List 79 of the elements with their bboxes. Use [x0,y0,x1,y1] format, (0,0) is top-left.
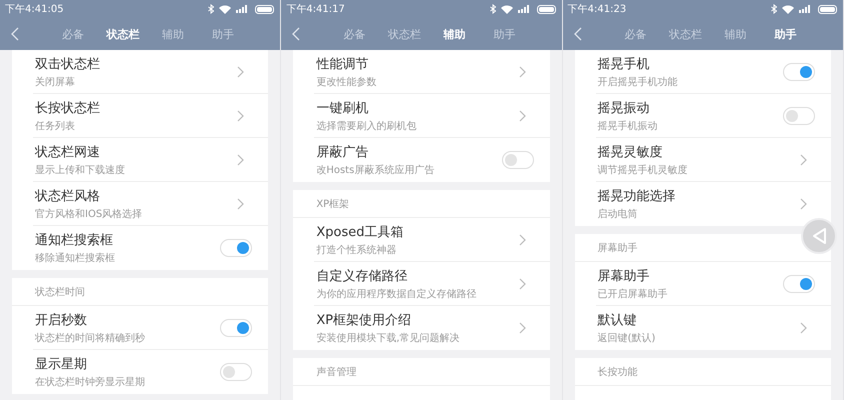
setting-subtitle: 任务列表 [35,120,76,132]
chevron-icon [518,110,526,122]
chevron-icon [800,322,807,334]
setting-title[interactable]: 状态栏网速 [35,142,238,160]
setting-subtitle: 在状态栏时钟旁显示星期 [35,376,146,389]
toggle-switch[interactable] [220,239,252,257]
toggle-switch[interactable] [220,318,252,336]
setting-subtitle: 改Hosts屏蔽系统应用广告 [316,164,436,177]
back-icon[interactable] [572,27,583,41]
setting-title[interactable]: XP框架使用介绍 [316,311,519,329]
setting-subtitle: 返回键(默认) [598,332,656,345]
setting-subtitle: 状态栏的时间将精确到秒 [35,332,146,344]
status-time: 下午4:41:05 [5,3,65,16]
status-time: 下午4:41:23 [568,3,628,16]
wifi-icon [782,4,794,14]
setting-title[interactable]: 开启秒数 [35,310,220,328]
setting-title[interactable]: 摇晃手机 [598,54,783,72]
setting-subtitle: 更改性能参数 [316,76,378,88]
signal-icon [798,5,813,13]
setting-subtitle: 移除通知栏搜索框 [35,252,116,265]
section-header: XP框架 [293,190,550,218]
chevron-icon [800,198,807,210]
bluetooth-icon [490,4,496,14]
chevron-icon [237,66,244,78]
setting-title[interactable]: 摇晃振动 [598,98,783,116]
chevron-icon [518,278,526,290]
setting-subtitle: 安装使用模块下载,常见问题解决 [316,332,461,345]
setting-title[interactable]: Xposed工具箱 [316,222,519,240]
setting-title[interactable]: 一键刷机 [316,98,519,116]
toggle-switch[interactable] [502,151,534,169]
floating-back-button[interactable] [800,218,837,254]
battery-icon [536,4,557,14]
bluetooth-icon [770,4,777,14]
toggle-switch[interactable] [782,274,815,292]
section-header: 声音管理 [293,358,550,386]
setting-title[interactable]: 性能调节 [316,54,519,72]
setting-title[interactable]: 自定义存储路径 [316,266,519,284]
setting-subtitle: 已开启屏幕助手 [598,288,669,300]
back-icon[interactable] [291,27,302,41]
chevron-icon [237,154,244,166]
chevron-icon [800,154,807,166]
chevron-icon [237,110,244,122]
setting-title[interactable]: 摇晃灵敏度 [598,142,800,160]
setting-title[interactable]: 长按状态栏 [35,98,238,116]
setting-title[interactable]: 屏蔽广告 [316,143,502,161]
bluetooth-icon [208,4,214,14]
toggle-switch[interactable] [220,363,252,381]
setting-title[interactable]: 状态栏风格 [35,186,238,204]
setting-subtitle: 显示上传和下载速度 [35,164,126,176]
setting-subtitle: 摇晃手机振动 [598,120,659,132]
toggle-switch[interactable] [782,62,815,80]
back-icon[interactable] [10,27,20,41]
chevron-icon [518,66,526,78]
chevron-icon [518,234,526,246]
setting-title[interactable]: 摇晃功能选择 [598,187,800,205]
chevron-icon [237,198,244,210]
setting-title[interactable]: 默认键 [598,311,800,329]
chevron-icon [518,322,526,334]
status-time: 下午4:41:17 [286,3,346,16]
setting-subtitle: 为你的应用程序数据自定义存储路径 [316,288,478,300]
setting-subtitle: 官方风格和IOS风格选择 [35,208,144,220]
setting-subtitle: 选择需要刷入的刷机包 [316,120,418,132]
wifi-icon [219,4,232,14]
setting-subtitle: 启动电筒 [598,208,639,221]
signal-icon [518,5,532,13]
battery-icon [818,4,838,14]
section-header: 状态栏时间 [12,278,268,306]
setting-subtitle: 开启摇晃手机功能 [598,76,679,88]
wifi-icon [500,4,513,14]
setting-subtitle: 打造个性系统神器 [316,244,398,256]
setting-title[interactable]: 显示星期 [35,355,220,373]
setting-subtitle: 关闭屏幕 [35,76,76,88]
setting-subtitle: 调节摇晃手机灵敏度 [598,164,689,176]
section-header: 长按功能 [574,358,831,386]
setting-title[interactable]: 屏幕助手 [598,266,783,284]
battery-icon [255,4,276,14]
toggle-switch[interactable] [782,106,815,124]
setting-title[interactable]: 通知栏搜索框 [35,231,220,249]
setting-title[interactable]: 双击状态栏 [35,54,238,72]
